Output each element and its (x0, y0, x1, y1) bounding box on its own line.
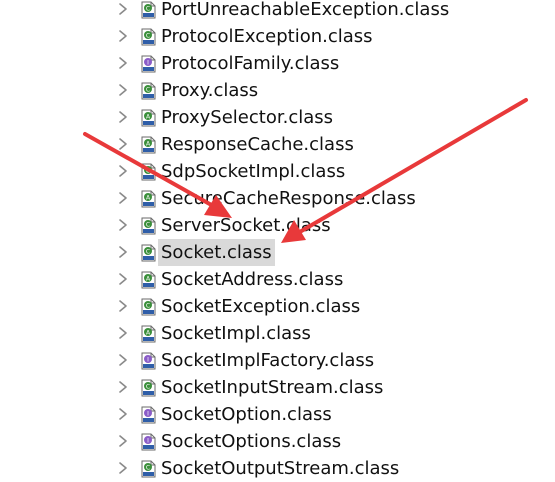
tree-row[interactable]: A SecureCacheResponse.class (0, 185, 555, 212)
tree-row[interactable]: I ProtocolFamily.class (0, 50, 555, 77)
tree-row[interactable]: A SocketAddress.class (0, 266, 555, 293)
abstract-class-file-icon: A (139, 136, 157, 154)
chevron-right-icon[interactable] (116, 433, 130, 449)
tree-row[interactable]: C PortUnreachableException.class (0, 0, 555, 23)
tree-item-label: SocketImplFactory.class (161, 350, 375, 371)
class-file-icon: C (139, 244, 157, 262)
abstract-class-file-icon: A (139, 271, 157, 289)
tree-row[interactable]: C SocketOutputStream.class (0, 455, 555, 482)
chevron-right-icon[interactable] (116, 244, 130, 260)
svg-text:I: I (147, 357, 149, 364)
chevron-right-icon[interactable] (116, 271, 130, 287)
tree-row[interactable]: C SocketInputStream.class (0, 374, 555, 401)
tree-item-label: ResponseCache.class (161, 134, 354, 155)
tree-item-label: Socket.class (158, 239, 275, 266)
tree-row[interactable]: A ResponseCache.class (0, 131, 555, 158)
svg-text:C: C (146, 465, 150, 472)
tree-item-label: SocketException.class (161, 296, 361, 317)
tree-row[interactable]: I SocketOption.class (0, 401, 555, 428)
tree-item-label: SocketOption.class (161, 404, 332, 425)
abstract-class-file-icon: A (139, 109, 157, 127)
tree-item-label: ProtocolFamily.class (161, 53, 340, 74)
tree-row[interactable]: C ProtocolException.class (0, 23, 555, 50)
interface-file-icon: I (139, 352, 157, 370)
tree-row[interactable]: A SocketImpl.class (0, 320, 555, 347)
abstract-class-file-icon: A (139, 190, 157, 208)
chevron-right-icon[interactable] (116, 136, 130, 152)
tree-item-label: SecureCacheResponse.class (161, 188, 416, 209)
tree-item-label: Proxy.class (161, 80, 259, 101)
tree-item-label: SocketOutputStream.class (161, 458, 400, 479)
svg-text:C: C (146, 33, 150, 40)
tree-row[interactable]: I SocketImplFactory.class (0, 347, 555, 374)
abstract-class-file-icon: A (139, 325, 157, 343)
chevron-right-icon[interactable] (116, 1, 130, 17)
tree-row[interactable]: I SocketOptions.class (0, 428, 555, 455)
tree-item-label: SocketInputStream.class (161, 377, 384, 398)
package-explorer-tree: C PortUnreachableException.class C Protocol… (0, 0, 555, 479)
class-file-icon: C (139, 460, 157, 478)
chevron-right-icon[interactable] (116, 352, 130, 368)
tree-item-label: ServerSocket.class (161, 215, 331, 236)
tree-row[interactable]: A ProxySelector.class (0, 104, 555, 131)
class-file-icon: C (139, 298, 157, 316)
interface-file-icon: I (139, 406, 157, 424)
chevron-right-icon[interactable] (116, 217, 130, 233)
chevron-right-icon[interactable] (116, 325, 130, 341)
chevron-right-icon[interactable] (116, 406, 130, 422)
svg-text:C: C (146, 6, 150, 13)
svg-text:C: C (146, 303, 150, 310)
tree-row[interactable]: C ServerSocket.class (0, 212, 555, 239)
class-file-icon: C (139, 163, 157, 181)
class-file-icon: C (139, 28, 157, 46)
tree-item-label: PortUnreachableException.class (161, 0, 450, 20)
chevron-right-icon[interactable] (116, 460, 130, 476)
svg-text:I: I (147, 60, 149, 67)
tree-row[interactable]: C SdpSocketImpl.class (0, 158, 555, 185)
svg-text:C: C (146, 222, 150, 229)
svg-text:C: C (146, 384, 150, 391)
tree-item-label: SocketOptions.class (161, 431, 342, 452)
class-file-icon: C (139, 379, 157, 397)
tree-item-label: SdpSocketImpl.class (161, 161, 346, 182)
chevron-right-icon[interactable] (116, 28, 130, 44)
chevron-right-icon[interactable] (116, 82, 130, 98)
chevron-right-icon[interactable] (116, 109, 130, 125)
tree-item-label: SocketImpl.class (161, 323, 311, 344)
tree-row[interactable]: C Proxy.class (0, 77, 555, 104)
chevron-right-icon[interactable] (116, 163, 130, 179)
tree-item-label: SocketAddress.class (161, 269, 344, 290)
interface-file-icon: I (139, 433, 157, 451)
svg-text:C: C (146, 249, 150, 256)
svg-text:I: I (147, 411, 149, 418)
interface-file-icon: I (139, 55, 157, 73)
svg-text:C: C (146, 87, 150, 94)
chevron-right-icon[interactable] (116, 190, 130, 206)
class-file-icon: C (139, 1, 157, 19)
class-file-icon: C (139, 82, 157, 100)
class-file-icon: C (139, 217, 157, 235)
svg-text:C: C (146, 168, 150, 175)
tree-item-label: ProtocolException.class (161, 26, 373, 47)
chevron-right-icon[interactable] (116, 55, 130, 71)
tree-item-label: ProxySelector.class (161, 107, 334, 128)
chevron-right-icon[interactable] (116, 298, 130, 314)
chevron-right-icon[interactable] (116, 379, 130, 395)
svg-text:I: I (147, 438, 149, 445)
tree-row[interactable]: C Socket.class (0, 239, 555, 266)
tree-row[interactable]: C SocketException.class (0, 293, 555, 320)
